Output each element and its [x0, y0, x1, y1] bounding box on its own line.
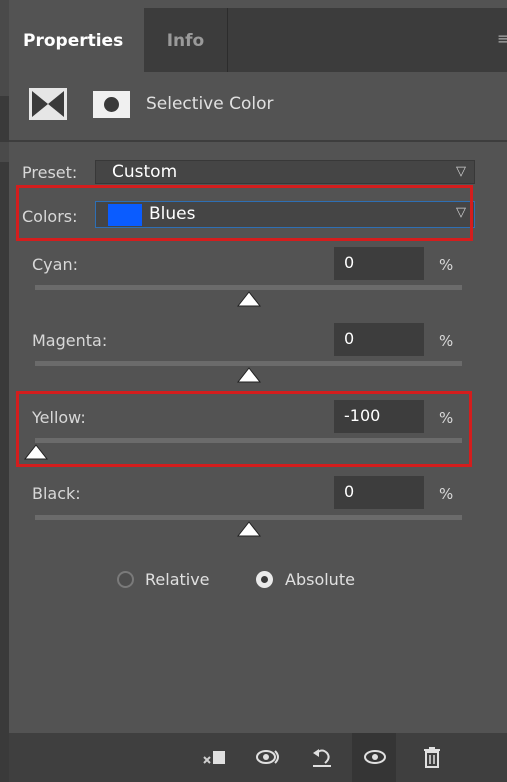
colors-select[interactable]: Blues ▽ — [95, 201, 475, 228]
adjustment-layer-icon[interactable] — [29, 88, 67, 120]
trash-icon — [424, 747, 440, 768]
delete-layer-button[interactable] — [409, 733, 453, 782]
view-previous-state-icon — [256, 750, 279, 764]
preset-value: Custom — [112, 162, 178, 182]
preset-select[interactable]: Custom ▽ — [95, 160, 475, 184]
adjustment-title: Selective Color — [146, 94, 274, 114]
colors-value: Blues — [149, 204, 196, 224]
magenta-slider-track[interactable] — [35, 361, 462, 366]
chevron-down-icon: ▽ — [456, 205, 466, 220]
clip-to-layer-icon — [203, 751, 225, 764]
reset-button[interactable] — [299, 733, 343, 782]
cyan-value: 0 — [344, 253, 355, 272]
yellow-value-field[interactable]: -100 — [334, 400, 424, 433]
magenta-unit: % — [439, 332, 454, 350]
colors-label: Colors: — [22, 207, 78, 226]
bottom-toolbar — [9, 733, 507, 782]
method-radio-group: Relative Absolute — [0, 568, 507, 592]
tab-properties[interactable]: Properties — [9, 8, 144, 72]
absolute-radio[interactable] — [256, 571, 273, 588]
color-swatch — [108, 204, 142, 226]
clip-to-layer-button[interactable] — [191, 733, 235, 782]
black-unit: % — [439, 485, 454, 503]
yellow-slider-track[interactable] — [35, 438, 462, 443]
left-edge — [0, 0, 9, 782]
black-label: Black: — [32, 484, 81, 503]
left-edge-segment — [0, 142, 9, 162]
yellow-value: -100 — [344, 406, 381, 425]
toggle-visibility-button[interactable] — [352, 733, 396, 782]
preset-label: Preset: — [22, 163, 78, 182]
relative-label[interactable]: Relative — [145, 570, 210, 589]
cyan-unit: % — [439, 256, 454, 274]
panel-tab-bar: Properties Info ≡ — [9, 8, 507, 72]
panel-menu-icon[interactable]: ≡ — [497, 30, 507, 48]
yellow-unit: % — [439, 409, 454, 427]
absolute-label[interactable]: Absolute — [285, 570, 355, 589]
relative-radio[interactable] — [117, 571, 134, 588]
properties-header: Selective Color — [9, 76, 507, 136]
magenta-value-field[interactable]: 0 — [334, 323, 424, 356]
magenta-label: Magenta: — [32, 331, 108, 350]
chevron-down-icon: ▽ — [456, 164, 466, 179]
visibility-icon — [364, 750, 386, 764]
black-value-field[interactable]: 0 — [334, 476, 424, 509]
black-slider-track[interactable] — [35, 515, 462, 520]
tab-info[interactable]: Info — [144, 8, 228, 72]
header-divider — [9, 140, 507, 142]
layer-mask-icon[interactable] — [93, 91, 130, 118]
left-edge-segment — [0, 0, 9, 96]
cyan-value-field[interactable]: 0 — [334, 247, 424, 280]
view-previous-state-button[interactable] — [245, 733, 289, 782]
cyan-slider-track[interactable] — [35, 285, 462, 290]
reset-icon — [313, 749, 331, 767]
yellow-label: Yellow: — [32, 408, 86, 427]
magenta-value: 0 — [344, 329, 355, 348]
black-value: 0 — [344, 482, 355, 501]
cyan-label: Cyan: — [32, 255, 78, 274]
